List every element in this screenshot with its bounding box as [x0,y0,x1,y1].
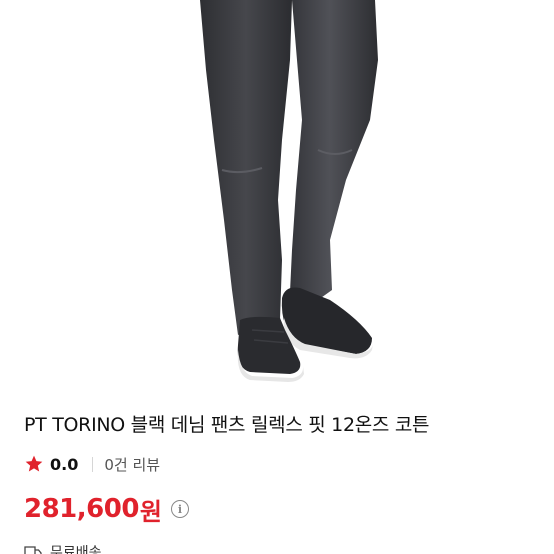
rating-value: 0.0 [50,454,79,474]
jeans-photo [200,0,378,382]
price-value: 281,600 [24,494,139,524]
product-image[interactable] [0,0,554,392]
truck-icon [24,546,42,554]
price-row: 281,600 원 i [24,492,190,526]
product-title: PT TORINO 블랙 데님 팬츠 릴렉스 핏 12온즈 코튼 [24,414,430,436]
divider [92,456,94,472]
review-count-link[interactable]: 0건 리뷰 [104,454,160,475]
rating-row[interactable]: 0.0 0건 리뷰 [24,452,160,476]
price-unit: 원 [139,497,163,526]
star-icon [25,455,43,472]
info-icon[interactable]: i [171,500,190,518]
shipping-text: 무료배송 [50,545,102,554]
shipping-row: 무료배송 [24,542,102,554]
